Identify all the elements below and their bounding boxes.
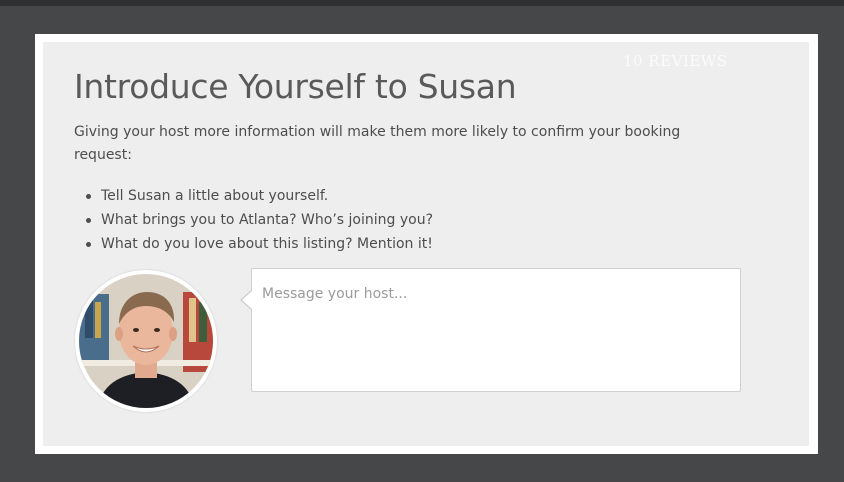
- page-title: Introduce Yourself to Susan: [74, 67, 517, 106]
- booking-request-card: 10 REVIEWS Introduce Yourself to Susan G…: [35, 34, 818, 454]
- bullet-icon: [86, 242, 91, 247]
- tip-text: Tell Susan a little about yourself.: [101, 188, 329, 204]
- guest-avatar: [75, 270, 217, 412]
- speech-tail-inner: [242, 291, 252, 309]
- bullet-icon: [86, 194, 91, 199]
- content-panel: 10 REVIEWS Introduce Yourself to Susan G…: [43, 42, 809, 446]
- tips-list: Tell Susan a little about yourself. What…: [74, 184, 433, 256]
- tip-item: What do you love about this listing? Men…: [74, 232, 433, 256]
- tip-item: Tell Susan a little about yourself.: [74, 184, 433, 208]
- message-box: [240, 268, 741, 392]
- bullet-icon: [86, 218, 91, 223]
- avatar-photo-icon: [79, 274, 213, 408]
- screen-top-bar: [0, 0, 844, 6]
- watermark-text: 10 REVIEWS: [623, 52, 728, 70]
- tip-item: What brings you to Atlanta? Who’s joinin…: [74, 208, 433, 232]
- message-host-input[interactable]: [251, 268, 741, 392]
- tip-text: What do you love about this listing? Men…: [101, 236, 433, 252]
- tip-text: What brings you to Atlanta? Who’s joinin…: [101, 212, 434, 228]
- intro-text: Giving your host more information will m…: [74, 124, 681, 163]
